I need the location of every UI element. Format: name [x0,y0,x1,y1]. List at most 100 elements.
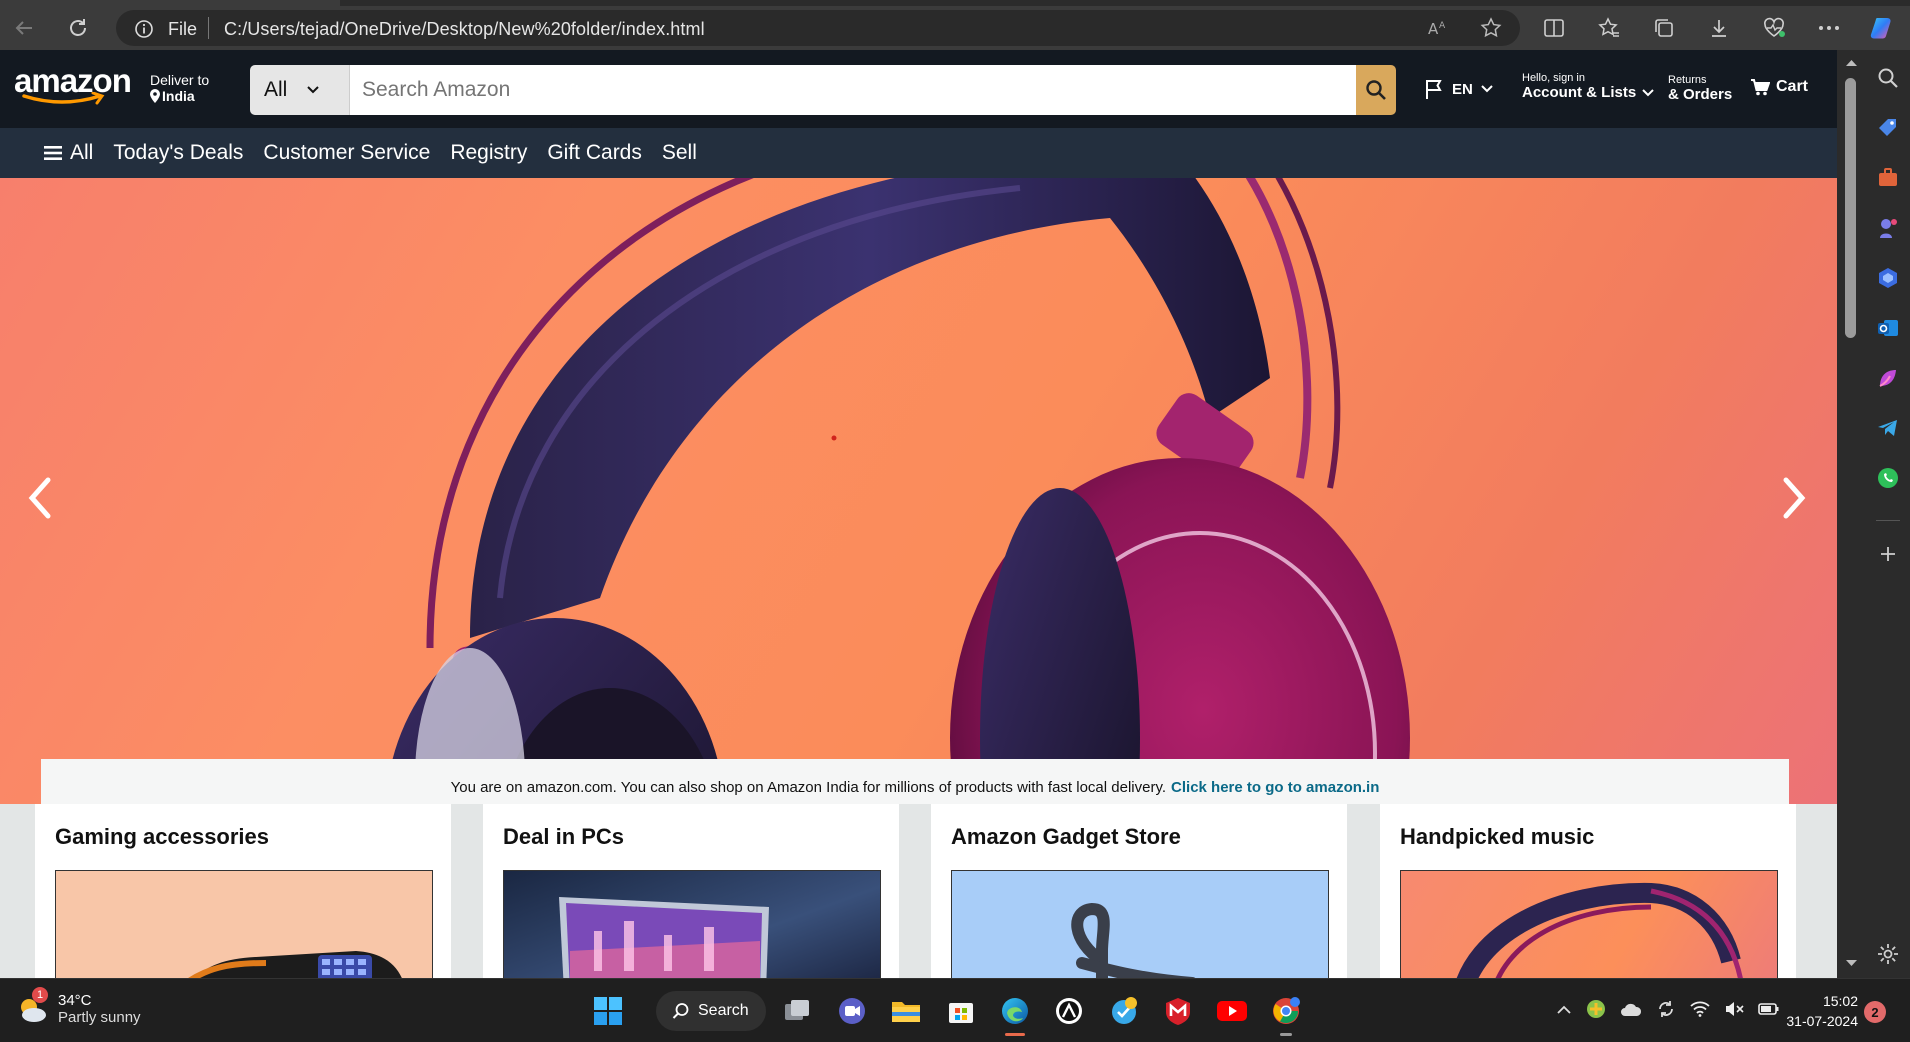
amazon-logo[interactable]: amazon [14,64,132,108]
scroll-down-icon[interactable] [1837,956,1866,970]
search-bar: All [250,65,1396,115]
search-button[interactable] [1356,65,1396,115]
task-view-icon[interactable] [780,993,816,1029]
returns-orders[interactable]: Returns & Orders [1668,74,1732,103]
file-explorer-icon[interactable] [888,993,924,1029]
page-scrollbar[interactable] [1837,50,1866,978]
tray-app-icon[interactable] [1586,999,1606,1019]
scrollbar-thumb[interactable] [1845,78,1856,338]
clock[interactable]: 15:02 31-07-2024 [1770,991,1858,1031]
more-menu-icon[interactable] [1813,12,1845,44]
search-icon [672,1003,689,1019]
show-hidden-icons-chevron-up-icon[interactable] [1556,1003,1572,1015]
sync-icon[interactable] [1656,999,1676,1019]
account-lists[interactable]: Hello, sign in Account & Lists [1522,72,1654,101]
games-icon[interactable] [1876,216,1900,240]
svg-text:A: A [1428,20,1439,38]
microsoft-store-icon[interactable] [943,993,979,1029]
hamburger-menu-icon [44,146,62,160]
card-handpicked-music[interactable]: Handpicked music [1380,804,1796,978]
address-bar[interactable]: File C:/Users/tejad/OneDrive/Desktop/New… [116,10,1520,46]
youtube-icon[interactable] [1214,993,1250,1029]
notification-badge[interactable]: 2 [1864,1001,1886,1023]
app-logo-icon[interactable] [1051,993,1087,1029]
url-text[interactable]: C:/Users/tejad/OneDrive/Desktop/New%20fo… [224,19,705,40]
microsoft-365-icon[interactable] [1876,266,1900,290]
read-aloud-icon[interactable]: AA [1428,18,1450,38]
whatsapp-icon[interactable] [1876,466,1900,490]
outlook-icon[interactable] [1876,316,1900,340]
card-deal-in-pcs[interactable]: Deal in PCs [483,804,899,978]
sidebar-settings-icon[interactable] [1876,942,1900,966]
nav-registry[interactable]: Registry [450,141,527,165]
copilot-icon[interactable] [1866,12,1898,44]
clock-date: 31-07-2024 [1786,1013,1858,1029]
location-pin-icon [150,89,160,103]
edge-sidebar [1866,50,1910,978]
headphones-image [1456,882,1743,978]
weather-widget[interactable]: 1 34°C Partly sunny [14,987,141,1027]
card-image[interactable] [55,870,433,978]
chevron-down-icon [1481,85,1493,93]
edge-browser-icon[interactable] [997,993,1033,1036]
windows-logo-icon [594,997,622,1025]
add-sidebar-app-icon[interactable] [1876,542,1900,566]
chevron-down-icon [1642,88,1654,96]
browser-toolbar: File C:/Users/tejad/OneDrive/Desktop/New… [0,6,1910,50]
designer-icon[interactable] [1876,366,1900,390]
back-icon[interactable] [8,12,40,44]
taskbar-search[interactable]: Search [656,991,766,1031]
refresh-icon[interactable] [62,12,94,44]
start-button[interactable] [590,993,626,1029]
site-info-icon[interactable] [134,19,154,39]
tools-briefcase-icon[interactable] [1876,166,1900,190]
shopping-tag-icon[interactable] [1876,116,1900,140]
chatgpt-helper-icon[interactable] [1106,993,1142,1029]
meet-icon[interactable] [834,993,870,1029]
card-image[interactable] [503,870,881,978]
chrome-icon[interactable] [1268,993,1304,1036]
weather-desc: Partly sunny [58,1009,141,1026]
favorite-star-icon[interactable] [1480,17,1502,39]
weather-badge: 1 [32,987,48,1003]
deliver-to[interactable]: Deliver to India [150,72,209,104]
scheme-label: File [168,19,198,39]
browser-essentials-icon[interactable] [1758,12,1790,44]
volume-muted-icon[interactable] [1724,1001,1744,1017]
downloads-icon[interactable] [1703,12,1735,44]
telegram-icon[interactable] [1876,416,1900,440]
svg-text:A: A [1439,21,1446,31]
nav-sell[interactable]: Sell [662,141,697,165]
card-image[interactable] [951,870,1329,978]
nav-todays-deals[interactable]: Today's Deals [113,141,243,165]
carousel-next-button[interactable] [1774,468,1814,528]
wifi-icon[interactable] [1690,1001,1710,1017]
collections-icon[interactable] [1648,12,1680,44]
gadget-stand-image [1071,902,1196,978]
search-input[interactable] [350,65,1356,115]
nav-all-menu[interactable]: All [44,141,93,165]
windows-taskbar: 1 34°C Partly sunny Search 15:02 31-07-2… [0,978,1910,1042]
page-viewport: amazon Deliver to India All Search Amazo… [0,50,1837,978]
amazon-header: amazon Deliver to India All Search Amazo… [0,50,1837,128]
sidebar-search-icon[interactable] [1876,66,1900,90]
cart-button[interactable]: Cart [1750,78,1808,96]
carousel-prev-button[interactable] [20,468,60,528]
split-screen-icon[interactable] [1538,12,1570,44]
go-to-amazon-in-link[interactable]: Click here to go to amazon.in [1171,779,1379,796]
language-selector[interactable]: EN [1424,78,1493,100]
chevron-down-icon [307,86,320,94]
onedrive-cloud-icon[interactable] [1620,1001,1642,1017]
favorites-icon[interactable] [1593,12,1625,44]
nav-gift-cards[interactable]: Gift Cards [547,141,642,165]
flag-icon [1426,80,1442,99]
gaming-keypad-image [188,951,402,978]
locale-banner: You are on amazon.com. You can also shop… [41,759,1789,804]
card-gaming-accessories[interactable]: Gaming accessories [35,804,451,978]
scroll-up-icon[interactable] [1837,56,1866,70]
search-category-select[interactable]: All [250,65,350,115]
card-amazon-gadget-store[interactable]: Amazon Gadget Store [931,804,1347,978]
nav-customer-service[interactable]: Customer Service [263,141,430,165]
mcafee-icon[interactable] [1160,993,1196,1029]
card-image[interactable] [1400,870,1778,978]
